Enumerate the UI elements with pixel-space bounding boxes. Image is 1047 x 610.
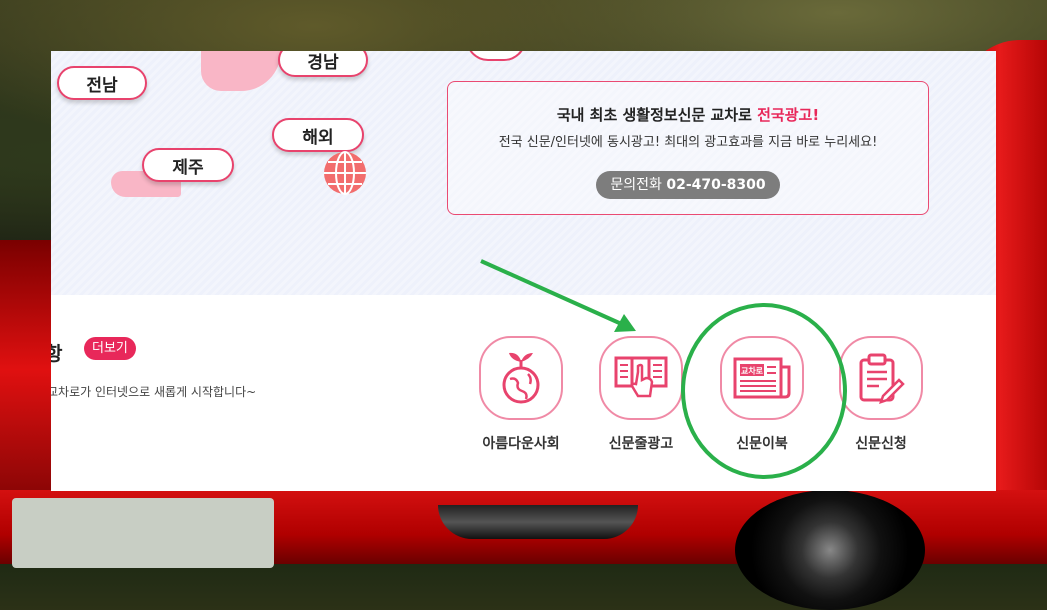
background-wheel [735,490,925,610]
menu-icon-frame [479,336,563,420]
background-grille [438,505,638,539]
menu-label: 신문신청 [855,436,907,452]
clipboard-pen-icon [859,353,905,404]
menu-beautiful-society[interactable]: 아름다운사회 [466,336,576,453]
ad-info-title: 국내 최초 생활정보신문 교차로 전국광고! [448,104,928,125]
ad-info-title-text: 국내 최초 생활정보신문 교차로 [556,106,758,124]
menu-icon-frame [839,336,923,420]
ad-info-title-highlight: 전국광고! [757,106,820,124]
region-gyeongnam[interactable]: 경남 [278,51,368,77]
more-button[interactable]: 더보기 [84,337,136,360]
ad-info-box: 국내 최초 생활정보신문 교차로 전국광고! 전국 신문/인터넷에 동시광고! … [447,81,929,215]
content-panel: 경남 전남 해외 제주 국내 최초 생활정보신문 교차로 전국광고! 전국 신문… [51,51,996,491]
annotation-circle [681,303,847,479]
map-shape-north [201,51,281,91]
menu-newspaper-line-ad[interactable]: 신문줄광고 [586,336,696,453]
newspaper-ad-hand-icon [614,356,668,398]
phone-button[interactable]: 문의전화 02-470-8300 [596,171,780,199]
phone-number: 02-470-8300 [666,177,766,193]
region-jeju[interactable]: 제주 [142,148,234,182]
menu-label: 신문줄광고 [608,436,674,452]
globe-icon [324,151,366,195]
region-jeonnam[interactable]: 전남 [57,66,147,100]
news-item[interactable]: 교차로가 인터넷으로 새롭게 시작합니다~ [51,383,256,400]
annotation-arrow [480,259,636,332]
news-heading: 항 [51,343,63,365]
region-overseas[interactable]: 해외 [272,118,364,152]
phone-label: 문의전화 [610,177,667,193]
globe-plant-icon [502,352,540,404]
menu-label: 아름다운사회 [482,436,560,452]
background-license-plate [12,498,274,568]
menu-icon-frame [599,336,683,420]
map-shape-island [466,51,526,61]
ad-info-subtitle: 전국 신문/인터넷에 동시광고! 최대의 광고효과를 지금 바로 누리세요! [498,135,878,150]
